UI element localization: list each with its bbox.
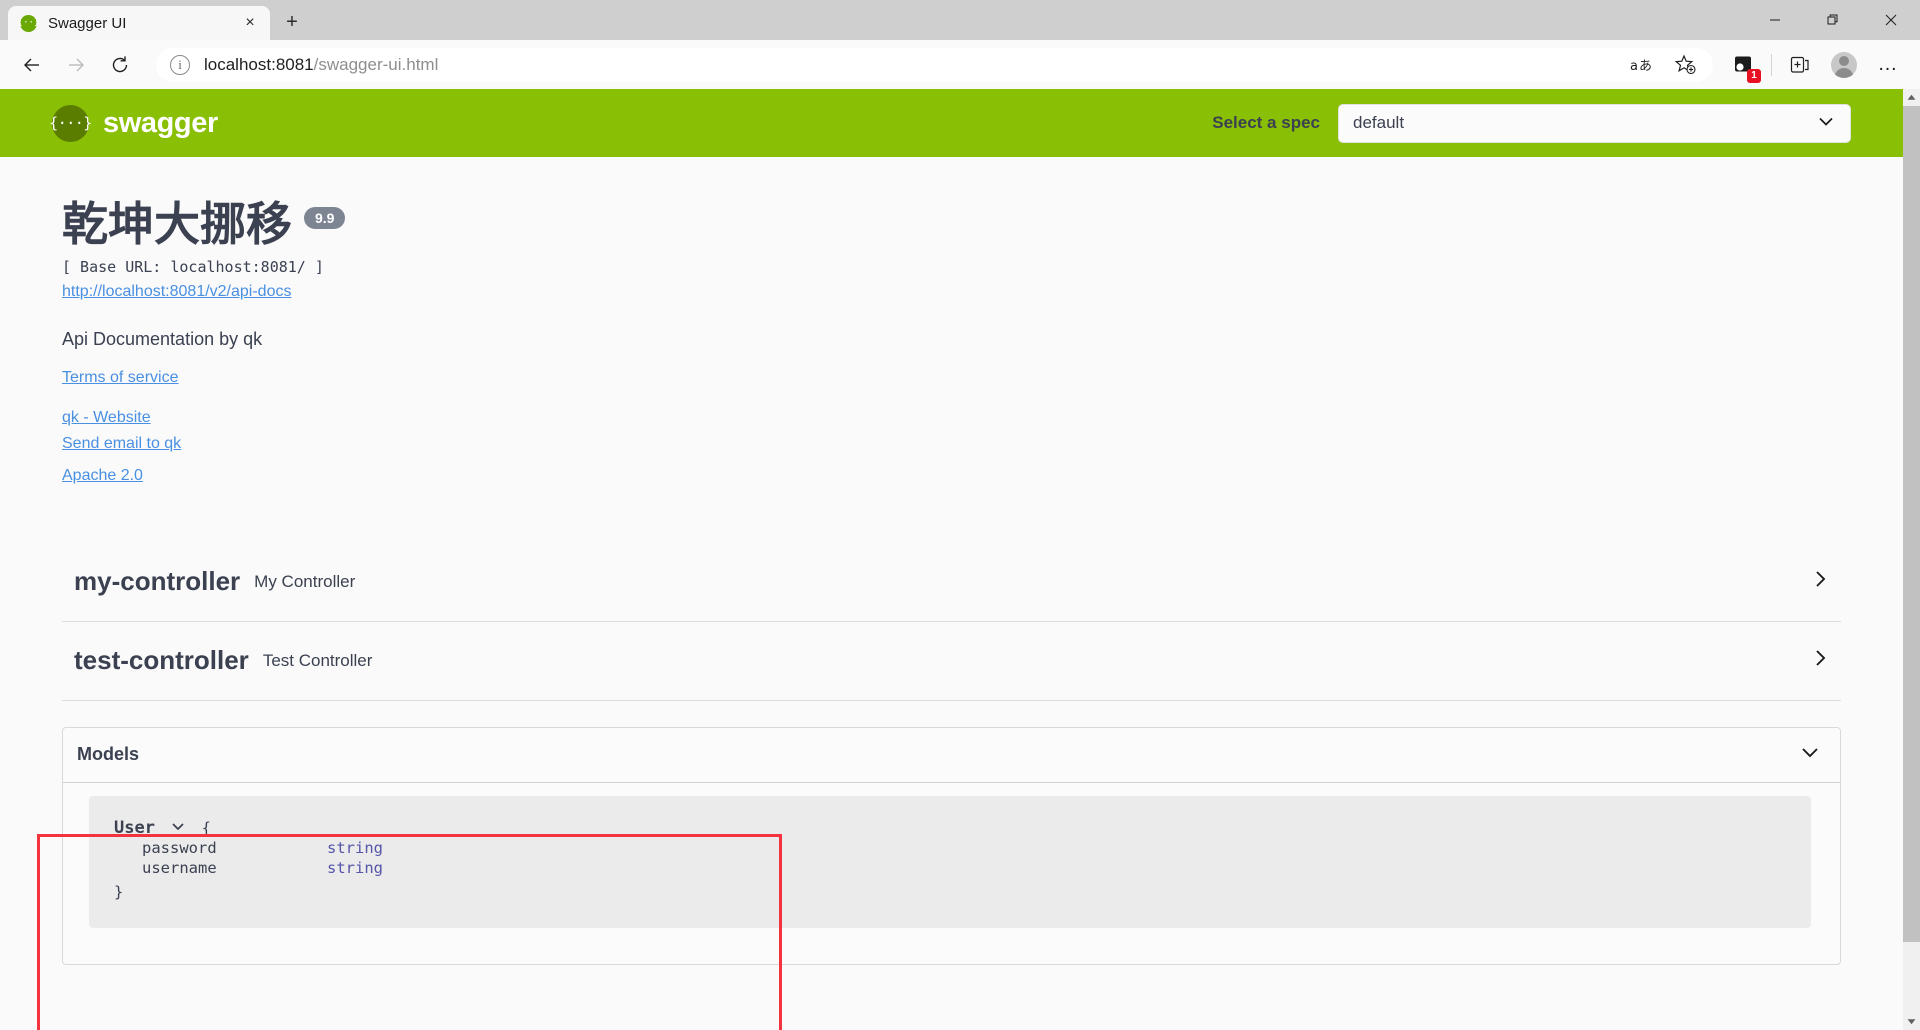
swagger-brace-icon: {···} bbox=[49, 104, 92, 142]
site-info-icon[interactable]: i bbox=[170, 54, 190, 75]
tag-section-test-controller: test-controller Test Controller bbox=[62, 622, 1841, 701]
page-title: 乾坤大挪移 9.9 bbox=[62, 199, 1903, 250]
tag-name: test-controller bbox=[74, 645, 249, 676]
spec-select[interactable]: default bbox=[1338, 103, 1851, 143]
close-icon[interactable]: × bbox=[238, 11, 262, 35]
api-info-block: 乾坤大挪移 9.9 [ Base URL: localhost:8081/ ] … bbox=[0, 157, 1903, 485]
toolbar-divider bbox=[1771, 53, 1772, 76]
address-bar-actions: a あ bbox=[1619, 46, 1707, 84]
split-screen-icon[interactable] bbox=[1781, 46, 1819, 84]
tag-header-test-controller[interactable]: test-controller Test Controller bbox=[62, 622, 1841, 700]
model-header-row[interactable]: User { bbox=[114, 818, 1811, 838]
model-property-password: password string bbox=[114, 838, 1811, 858]
models-title: Models bbox=[77, 744, 140, 765]
settings-and-more-icon[interactable]: … bbox=[1869, 46, 1907, 84]
scrollbar-track[interactable] bbox=[1903, 106, 1920, 1013]
swagger-logo-text: swagger bbox=[103, 106, 218, 139]
chevron-right-icon[interactable] bbox=[1809, 647, 1831, 674]
url-text: localhost:8081/swagger-ui.html bbox=[204, 55, 1619, 75]
reload-icon[interactable] bbox=[101, 46, 139, 84]
close-icon[interactable] bbox=[1862, 0, 1920, 40]
profile-avatar[interactable] bbox=[1825, 46, 1863, 84]
chevron-right-icon[interactable] bbox=[1809, 568, 1831, 595]
swagger-ui-page: {···} swagger Select a spec default 乾坤大挪… bbox=[0, 89, 1903, 1030]
operations-tag-list: my-controller My Controller test-control… bbox=[0, 543, 1903, 701]
open-brace: { bbox=[201, 818, 211, 837]
scrollbar-thumb[interactable] bbox=[1903, 106, 1920, 942]
tag-header-my-controller[interactable]: my-controller My Controller bbox=[62, 543, 1841, 621]
minimize-icon[interactable] bbox=[1746, 0, 1804, 40]
url-path: /swagger-ui.html bbox=[313, 54, 439, 74]
window-controls bbox=[1746, 0, 1920, 40]
models-header[interactable]: Models bbox=[63, 728, 1840, 783]
back-arrow-icon[interactable] bbox=[13, 46, 51, 84]
browser-tab-swagger-ui[interactable]: {··} Swagger UI × bbox=[8, 6, 270, 40]
collections-icon[interactable]: 1 bbox=[1724, 46, 1762, 84]
svg-text:あ: あ bbox=[1639, 59, 1652, 74]
version-badge: 9.9 bbox=[304, 207, 346, 229]
property-name: password bbox=[142, 838, 217, 857]
api-description: Api Documentation by qk bbox=[62, 328, 263, 349]
model-property-username: username string bbox=[114, 858, 1811, 878]
tag-name: my-controller bbox=[74, 566, 241, 597]
tag-section-my-controller: my-controller My Controller bbox=[62, 543, 1841, 622]
spec-selector-group: Select a spec default bbox=[1212, 103, 1851, 143]
models-panel: Models User {password string username s… bbox=[62, 726, 1841, 965]
select-a-spec-label: Select a spec bbox=[1212, 113, 1320, 132]
license-link[interactable]: Apache 2.0 bbox=[62, 467, 143, 485]
swagger-topbar: {···} swagger Select a spec default bbox=[0, 89, 1903, 157]
translate-icon[interactable]: a あ bbox=[1622, 46, 1660, 84]
chevron-down-icon bbox=[1816, 111, 1836, 136]
avatar bbox=[1831, 51, 1857, 78]
close-brace: } bbox=[114, 882, 124, 901]
models-body: User { password string username string} bbox=[63, 783, 1840, 964]
contact-email-link[interactable]: Send email to qk bbox=[62, 435, 181, 453]
star-add-icon[interactable] bbox=[1666, 46, 1704, 84]
property-name: username bbox=[142, 858, 217, 877]
collections-badge: 1 bbox=[1747, 68, 1761, 83]
svg-text:a: a bbox=[1630, 59, 1638, 74]
contact-website-link[interactable]: qk - Website bbox=[62, 409, 151, 427]
browser-toolbar: i localhost:8081/swagger-ui.html a あ 1 … bbox=[0, 40, 1920, 89]
terms-of-service-link[interactable]: Terms of service bbox=[62, 369, 178, 387]
swagger-logo[interactable]: {···} swagger bbox=[49, 104, 218, 142]
page-scrollbar[interactable] bbox=[1903, 89, 1920, 1030]
base-url: [ Base URL: localhost:8081/ ] bbox=[62, 257, 324, 276]
chevron-down-icon[interactable] bbox=[171, 818, 185, 838]
page-viewport: {···} swagger Select a spec default 乾坤大挪… bbox=[0, 89, 1920, 1030]
scroll-up-arrow[interactable] bbox=[1903, 89, 1920, 106]
tag-description: Test Controller bbox=[262, 650, 373, 670]
spec-select-value: default bbox=[1353, 113, 1405, 132]
tag-description: My Controller bbox=[254, 571, 356, 591]
model-name: User bbox=[114, 817, 155, 838]
property-type: string bbox=[327, 838, 383, 857]
models-section: Models User {password string username s… bbox=[0, 726, 1903, 965]
browser-window: {··} Swagger UI × + i localhost:8081/swa… bbox=[0, 0, 1920, 1030]
url-host: localhost:8081 bbox=[204, 54, 314, 74]
property-type: string bbox=[327, 858, 383, 877]
restore-icon[interactable] bbox=[1804, 0, 1862, 40]
swagger-logo-icon: {··} bbox=[18, 14, 39, 32]
new-tab-button[interactable]: + bbox=[276, 6, 308, 38]
address-bar[interactable]: i localhost:8081/swagger-ui.html a あ bbox=[156, 46, 1713, 84]
api-docs-link[interactable]: http://localhost:8081/v2/api-docs bbox=[62, 283, 291, 301]
api-title-text: 乾坤大挪移 bbox=[62, 198, 292, 250]
model-code-block: User { password string username string} bbox=[89, 818, 1811, 902]
model-user: User { password string username string} bbox=[89, 795, 1811, 928]
tab-title: Swagger UI bbox=[48, 14, 127, 32]
forward-arrow-icon bbox=[57, 46, 95, 84]
scroll-down-arrow[interactable] bbox=[1903, 1013, 1920, 1030]
tab-strip: {··} Swagger UI × + bbox=[0, 0, 1920, 40]
chevron-down-icon[interactable] bbox=[1798, 740, 1822, 769]
